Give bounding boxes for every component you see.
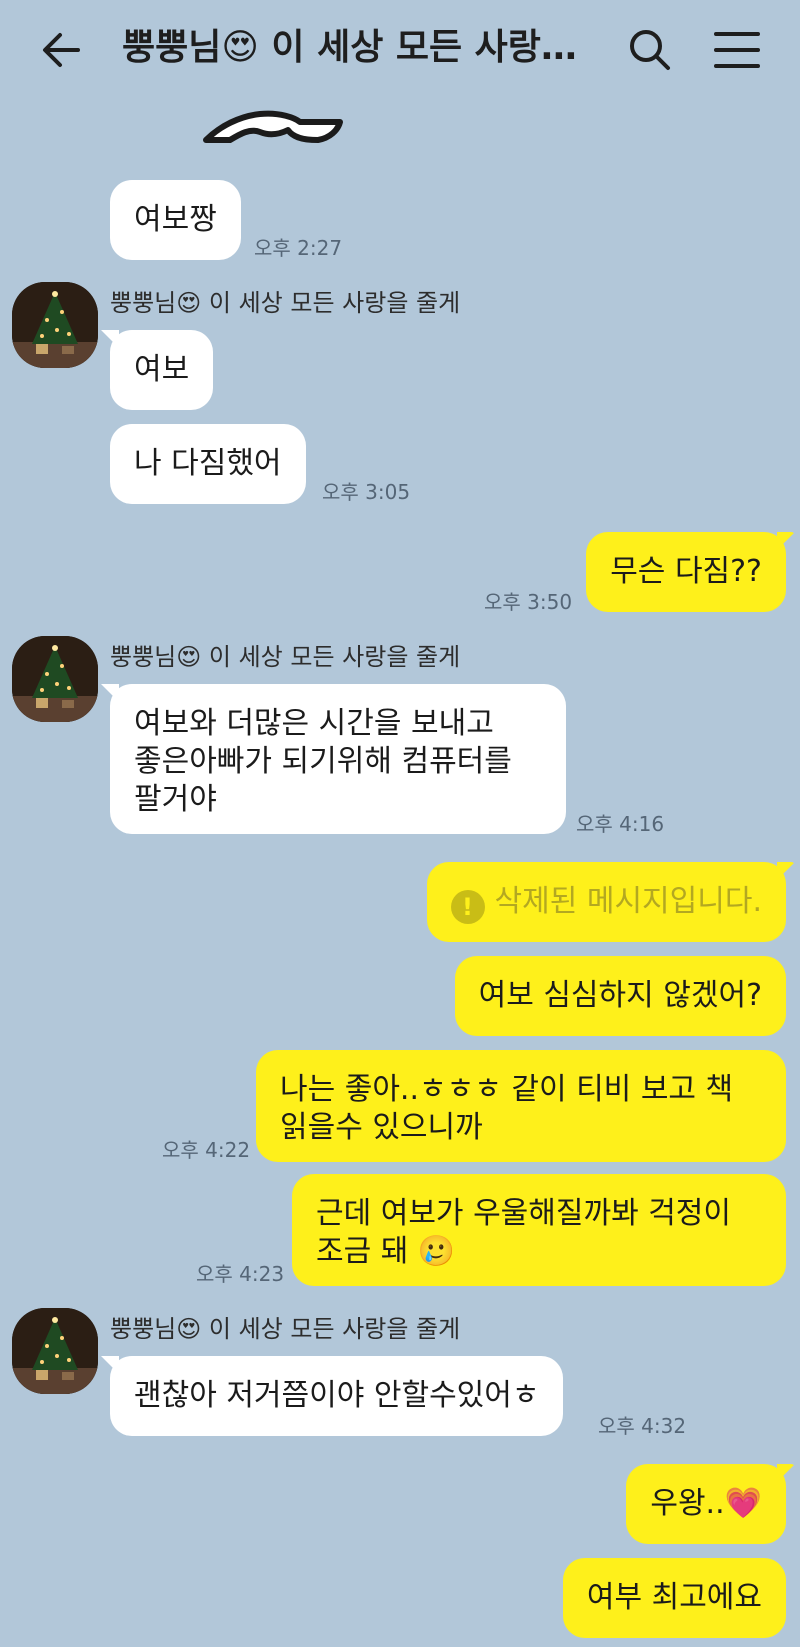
message-bubble-incoming[interactable]: 여보와 더많은 시간을 보내고 좋은아빠가 되기위해 컴퓨터를 팔거야: [101, 684, 566, 834]
search-icon: [630, 30, 670, 70]
back-button[interactable]: [38, 26, 86, 74]
sender-name: 뿡뿡님😍 이 세상 모든 사랑을 줄게: [110, 289, 461, 317]
message-bubble-outgoing[interactable]: 무슨 다짐??: [586, 532, 795, 612]
search-button[interactable]: [624, 24, 676, 76]
christmas-tree-avatar-image: [12, 636, 98, 722]
menu-button[interactable]: [710, 24, 764, 76]
message-time: 오후 4:32: [598, 1414, 687, 1438]
message-text: 여보 심심하지 않겠어?: [478, 978, 762, 1013]
exclamation-circle-icon: !: [450, 890, 485, 924]
message-line: 근데 여보가 우울해질까봐 걱정이: [316, 1196, 732, 1231]
message-bubble-outgoing[interactable]: 여부 최고에요: [562, 1558, 786, 1638]
christmas-tree-avatar-image: [12, 282, 98, 368]
message-bubble-incoming[interactable]: 괜찮아 저거쯤이야 안할수있어ㅎ: [100, 1356, 564, 1436]
message-line: 읽을수 있으니까: [280, 1110, 483, 1145]
hamburger-menu-icon: [714, 32, 760, 68]
message-time: 오후 4:16: [576, 812, 665, 836]
message-bubble-outgoing[interactable]: 나는 좋아..ㅎㅎㅎ 같이 티비 보고 책 읽을수 있으니까: [256, 1050, 786, 1162]
christmas-tree-avatar-image: [12, 1308, 98, 1394]
arrow-left-icon: [43, 33, 80, 67]
chat-header: 뿡뿡님😍 이 세상 모든 사랑을 줄게: [0, 0, 800, 96]
sender-name: 뿡뿡님😍 이 세상 모든 사랑을 줄게: [110, 1315, 461, 1343]
message-time: 오후 2:27: [254, 236, 343, 260]
message-text: 나 다짐했어: [134, 446, 282, 481]
message-bubble-outgoing-deleted[interactable]: ! 삭제된 메시지입니다.: [426, 862, 796, 942]
avatar[interactable]: [12, 636, 98, 722]
message-bubble-outgoing[interactable]: 우왕..💗: [626, 1464, 795, 1544]
message-time: 오후 4:22: [162, 1138, 251, 1162]
message-line: 나는 좋아..ㅎㅎㅎ 같이 티비 보고 책: [280, 1072, 734, 1107]
message-text: 무슨 다짐??: [610, 554, 762, 589]
message-time: 오후 4:23: [196, 1262, 285, 1286]
message-bubble-incoming[interactable]: 여보: [100, 330, 214, 410]
message-text: 삭제된 메시지입니다.: [494, 884, 762, 919]
message-bubble-outgoing[interactable]: 여보 심심하지 않겠어?: [454, 956, 786, 1036]
chat-title: 뿡뿡님😍 이 세상 모든 사랑을 줄게: [122, 27, 592, 68]
sender-name: 뿡뿡님😍 이 세상 모든 사랑을 줄게: [110, 643, 461, 671]
message-line: 여보와 더많은 시간을 보내고: [134, 706, 494, 741]
message-line: 팔거야: [134, 782, 217, 817]
message-time: 오후 3:50: [484, 590, 573, 614]
avatar[interactable]: [12, 1308, 98, 1394]
message-text: 여부 최고에요: [586, 1580, 762, 1615]
message-text: 우왕..💗: [650, 1486, 762, 1521]
message-bubble-outgoing[interactable]: 근데 여보가 우울해질까봐 걱정이 조금 돼 🥲: [292, 1174, 786, 1286]
message-line: 조금 돼 🥲: [316, 1234, 456, 1269]
avatar[interactable]: [12, 282, 98, 368]
message-text: 여보짱: [134, 202, 217, 237]
message-bubble-incoming[interactable]: 여보짱: [110, 180, 241, 260]
partial-image-message[interactable]: [200, 96, 360, 152]
message-text: 여보: [134, 352, 190, 387]
message-bubble-incoming[interactable]: 나 다짐했어: [110, 424, 306, 504]
message-line: 좋은아빠가 되기위해 컴퓨터를: [134, 744, 512, 779]
message-text: 괜찮아 저거쯤이야 안할수있어ㅎ: [134, 1378, 540, 1413]
message-time: 오후 3:05: [322, 480, 411, 504]
